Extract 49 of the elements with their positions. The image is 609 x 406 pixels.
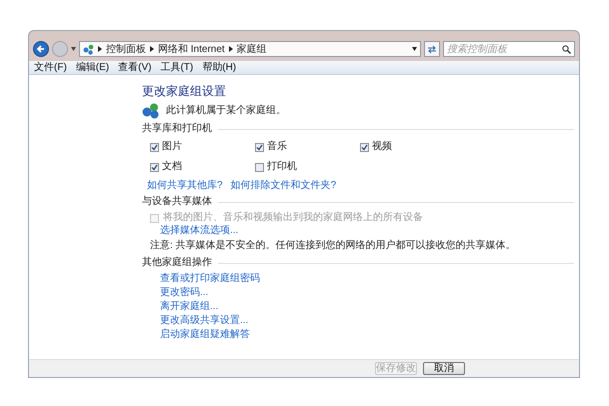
- checkbox[interactable]: [360, 142, 369, 152]
- chevron-icon[interactable]: [150, 46, 154, 52]
- dropdown-icon[interactable]: [412, 47, 417, 51]
- section-heading: 其他家庭组操作: [142, 257, 212, 269]
- breadcrumb[interactable]: 控制面板: [106, 42, 146, 56]
- section-heading: 共享库和打印机: [142, 123, 212, 135]
- menu-item[interactable]: 文件(F): [31, 60, 70, 75]
- cancel-button[interactable]: 取消: [423, 362, 465, 375]
- menu-item[interactable]: 编辑(E): [72, 60, 112, 75]
- address-bar[interactable]: 控制面板 网络和 Internet 家庭组: [79, 41, 421, 57]
- checkbox-label: 音乐: [267, 141, 287, 153]
- search-icon: [562, 44, 571, 54]
- checkbox-label: 将我的图片、音乐和视频输出到我的家庭网络上的所有设备: [163, 212, 423, 224]
- network-icon: [83, 44, 94, 54]
- link[interactable]: 选择媒体流选项...: [160, 225, 238, 237]
- link[interactable]: 如何排除文件和文件夹?: [230, 180, 336, 192]
- homegroup-icon: [142, 103, 160, 119]
- checkbox-label: 文档: [162, 161, 182, 173]
- checkbox-label: 视频: [372, 141, 392, 153]
- checkbox-label: 图片: [162, 141, 182, 153]
- back-button[interactable]: [33, 41, 49, 57]
- menu-item[interactable]: 帮助(H): [199, 60, 240, 75]
- checkbox[interactable]: [255, 142, 264, 152]
- link[interactable]: 更改高级共享设置...: [160, 315, 248, 327]
- menu-item[interactable]: 工具(T): [157, 60, 196, 75]
- search-field[interactable]: 搜索控制面板: [447, 42, 562, 56]
- checkbox[interactable]: [255, 162, 264, 172]
- status-text: 此计算机属于某个家庭组。: [166, 105, 286, 117]
- chevron-icon[interactable]: [98, 46, 102, 52]
- arrow-icon: [36, 44, 46, 54]
- refresh-button[interactable]: [424, 41, 440, 57]
- link[interactable]: 离开家庭组...: [160, 301, 218, 313]
- link[interactable]: 启动家庭组疑难解答: [160, 329, 250, 341]
- chevron-icon[interactable]: [228, 46, 233, 52]
- checkbox[interactable]: [150, 162, 159, 172]
- checkbox-label: 打印机: [267, 161, 297, 173]
- dropdown-icon[interactable]: [71, 47, 76, 51]
- breadcrumb[interactable]: 网络和 Internet: [158, 42, 225, 56]
- breadcrumb[interactable]: 家庭组: [236, 42, 267, 56]
- search-box[interactable]: 搜索控制面板: [443, 41, 575, 57]
- link[interactable]: 查看或打印家庭组密码: [160, 273, 260, 285]
- note-text: 注意: 共享媒体是不安全的。任何连接到您的网络的用户都可以接收您的共享媒体。: [149, 240, 517, 252]
- page-title: 更改家庭组设置: [142, 85, 227, 97]
- section-heading: 与设备共享媒体: [142, 196, 212, 208]
- menu-item[interactable]: 查看(V): [115, 60, 154, 75]
- link[interactable]: 如何共享其他库?: [147, 180, 223, 192]
- checkbox[interactable]: [150, 142, 159, 152]
- refresh-icon: [427, 44, 437, 54]
- link[interactable]: 更改密码...: [160, 287, 208, 299]
